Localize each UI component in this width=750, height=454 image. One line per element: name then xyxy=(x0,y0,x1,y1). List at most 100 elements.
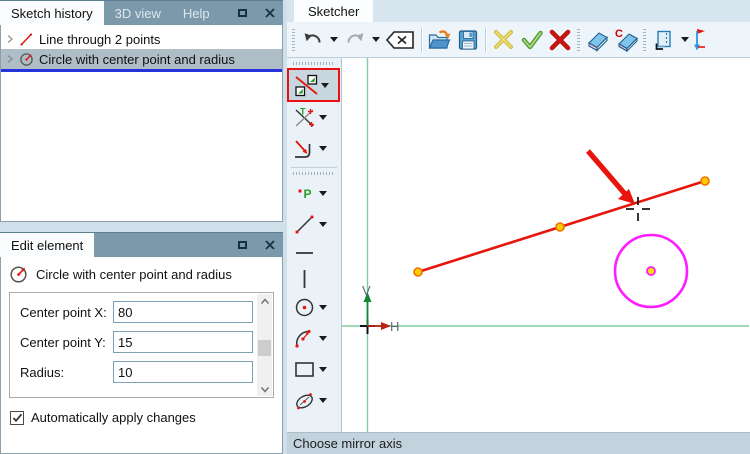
edit-element-body: Circle with center point and radius Cent… xyxy=(0,257,283,454)
origin-marker[interactable] xyxy=(360,292,391,334)
maximize-icon xyxy=(238,9,247,17)
chevron-down-icon xyxy=(319,336,327,341)
clear-constraints-button[interactable]: C xyxy=(612,26,639,54)
tab-edit-element[interactable]: Edit element xyxy=(0,233,95,257)
parameters-scrollbar[interactable] xyxy=(257,294,272,396)
tab-sketch-history[interactable]: Sketch history xyxy=(0,1,104,25)
delete-button[interactable] xyxy=(383,26,417,54)
toolbar-grip[interactable] xyxy=(292,28,295,51)
sketch-canvas[interactable]: V H xyxy=(342,58,750,432)
history-tree: Line through 2 points Circle with center… xyxy=(0,25,283,222)
sketch-plane-button[interactable] xyxy=(650,26,677,54)
toolbar-grip[interactable] xyxy=(293,172,335,175)
cancel-sketch-button[interactable] xyxy=(490,26,517,54)
annotation-arrow xyxy=(586,149,635,204)
toolbar-grip[interactable] xyxy=(643,28,646,51)
tree-item-circle[interactable]: Circle with center point and radius xyxy=(1,49,282,69)
auto-apply-checkbox[interactable] xyxy=(10,410,24,425)
tree-item-line[interactable]: Line through 2 points xyxy=(1,29,282,49)
chevron-down-icon xyxy=(319,305,327,310)
redo-button[interactable] xyxy=(341,26,368,54)
titlebar-spacer xyxy=(221,1,229,25)
open-button[interactable] xyxy=(426,26,453,54)
ellipse-tool-button[interactable] xyxy=(287,385,341,416)
line-tool-icon xyxy=(295,215,313,234)
close-button[interactable] xyxy=(256,233,283,257)
toolbar-grip[interactable] xyxy=(577,28,580,51)
mirror-tool-button[interactable] xyxy=(287,68,340,102)
sketch-line[interactable] xyxy=(413,176,710,277)
field-label: Center point Y: xyxy=(20,334,106,350)
line-tool-button[interactable] xyxy=(287,209,341,240)
maximize-button[interactable] xyxy=(229,233,256,257)
tab-3d-view[interactable]: 3D view xyxy=(104,1,172,25)
sketch-plane-dropdown[interactable] xyxy=(678,26,691,54)
circle-tool-icon xyxy=(295,298,313,317)
chevron-down-icon xyxy=(319,222,327,227)
close-sketch-button[interactable] xyxy=(546,26,573,54)
green-check-icon xyxy=(521,30,543,49)
toolbar-separator xyxy=(291,167,337,168)
red-cross-icon xyxy=(549,29,570,50)
maximize-button[interactable] xyxy=(229,1,256,25)
sketch-circle[interactable] xyxy=(613,233,689,309)
arc-tool-button[interactable] xyxy=(287,323,341,354)
redo-icon xyxy=(346,32,363,43)
scroll-up-button[interactable] xyxy=(257,294,272,308)
point-tool-button[interactable]: P xyxy=(287,178,341,209)
center-y-input[interactable] xyxy=(113,331,253,353)
field-radius: Radius: xyxy=(20,361,273,383)
tab-sketcher[interactable]: Sketcher xyxy=(294,0,374,22)
chevron-down-icon xyxy=(680,37,689,42)
chevron-down-icon xyxy=(260,386,269,393)
chevron-right-icon[interactable] xyxy=(6,54,14,64)
sketcher-tabbar: Sketcher xyxy=(287,0,750,22)
tree-item-label: Circle with center point and radius xyxy=(39,51,235,67)
vertical-line-tool-button[interactable] xyxy=(287,266,341,292)
chevron-down-icon xyxy=(319,115,327,120)
edit-element-panel: Edit element Circle with center point an… xyxy=(0,232,283,454)
trim-tool-button[interactable]: T xyxy=(287,102,341,133)
tab-help[interactable]: Help xyxy=(172,1,221,25)
backspace-icon xyxy=(385,30,414,49)
sketch-history-panel: Sketch history 3D view Help Line through… xyxy=(0,0,283,222)
element-header: Circle with center point and radius xyxy=(1,257,282,288)
horizontal-line-tool-button[interactable] xyxy=(287,240,341,266)
fillet-tool-button[interactable] xyxy=(287,133,341,164)
trim-letter: T xyxy=(300,107,306,117)
chevron-down-icon xyxy=(319,398,327,403)
center-x-input[interactable] xyxy=(113,301,253,323)
close-icon xyxy=(264,240,275,250)
undo-button[interactable] xyxy=(299,26,326,54)
toolbar-separator xyxy=(421,26,422,53)
chevron-right-icon[interactable] xyxy=(6,34,14,44)
save-icon xyxy=(458,29,477,50)
erase-button[interactable] xyxy=(584,26,611,54)
field-center-y: Center point Y: xyxy=(20,331,273,353)
close-icon xyxy=(264,8,275,18)
accept-sketch-button[interactable] xyxy=(518,26,545,54)
toolbar-grip[interactable] xyxy=(293,62,335,65)
undo-dropdown[interactable] xyxy=(327,26,340,54)
trim-icon: T xyxy=(294,107,314,127)
redo-dropdown[interactable] xyxy=(369,26,382,54)
dimension-button[interactable] xyxy=(692,26,710,54)
save-button[interactable] xyxy=(454,26,481,54)
scroll-down-button[interactable] xyxy=(257,382,272,396)
rectangle-icon xyxy=(294,362,314,377)
sketch-plane-icon xyxy=(655,30,671,50)
circle-icon xyxy=(10,266,27,283)
circle-tool-button[interactable] xyxy=(287,292,341,323)
radius-input[interactable] xyxy=(113,361,253,383)
clear-constraints-letter: C xyxy=(615,28,623,40)
line-start-point xyxy=(413,267,423,277)
scrollbar-thumb[interactable] xyxy=(258,340,271,356)
auto-apply-row[interactable]: Automatically apply changes xyxy=(10,410,282,425)
rectangle-tool-button[interactable] xyxy=(287,354,341,385)
close-button[interactable] xyxy=(256,1,283,25)
chevron-down-icon xyxy=(319,146,327,151)
ellipse-icon xyxy=(295,393,313,410)
toolbar-separator xyxy=(485,26,486,53)
edit-titlebar: Edit element xyxy=(0,232,283,257)
tree-item-label: Line through 2 points xyxy=(39,31,161,47)
